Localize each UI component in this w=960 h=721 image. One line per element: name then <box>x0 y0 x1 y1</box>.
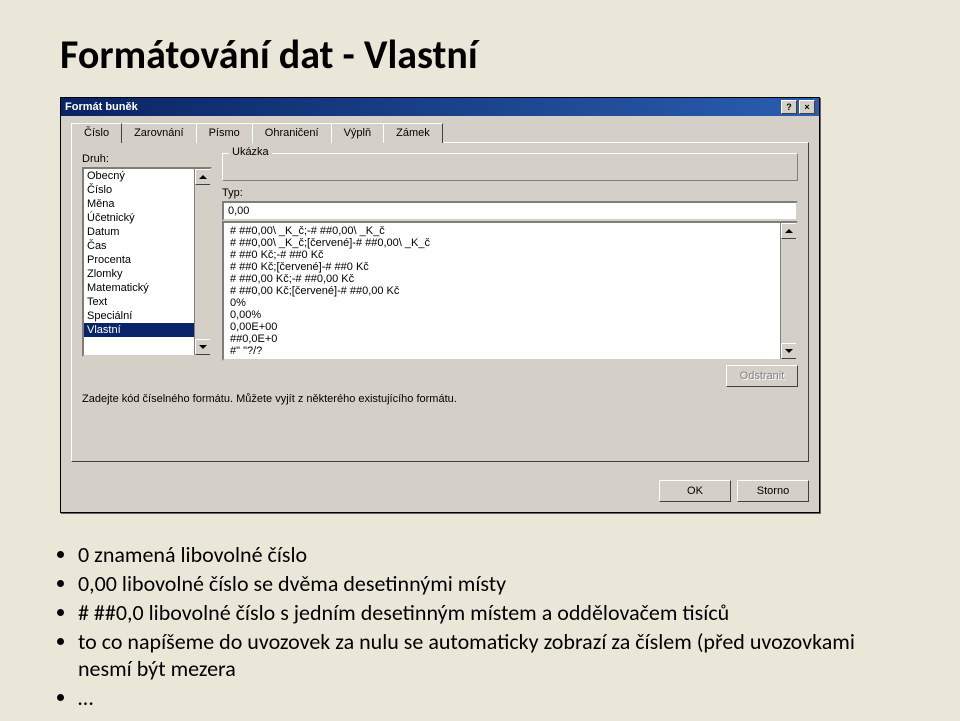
list-item[interactable]: Text <box>84 295 210 309</box>
list-item[interactable]: # ##0,00 Kč;[červené]-# ##0,00 Kč <box>228 285 792 297</box>
list-item[interactable]: ##0,0E+0 <box>228 333 792 345</box>
formatlist-scrollbar[interactable] <box>780 223 796 359</box>
help-button[interactable]: ? <box>781 100 797 114</box>
tab-font[interactable]: Písmo <box>196 123 253 143</box>
tab-border[interactable]: Ohraničení <box>252 123 332 143</box>
cancel-button[interactable]: Storno <box>737 480 809 502</box>
list-item[interactable]: # ##0,00 Kč;-# ##0,00 Kč <box>228 273 792 285</box>
list-item[interactable]: Vlastní <box>84 323 210 337</box>
dialog-title: Formát buněk <box>65 101 138 113</box>
slide-title: Formátování dat - Vlastní <box>60 30 900 79</box>
sample-legend: Ukázka <box>229 146 272 158</box>
list-item[interactable]: # ##0 Kč;-# ##0 Kč <box>228 249 792 261</box>
list-item[interactable]: 0,00% <box>228 309 792 321</box>
category-label: Druh: <box>82 153 212 165</box>
slide: Formátování dat - Vlastní Formát buněk ?… <box>0 0 960 721</box>
listbox-scrollbar[interactable] <box>194 169 210 355</box>
tab-number[interactable]: Číslo <box>71 123 122 143</box>
scroll-up-icon[interactable] <box>195 169 211 185</box>
list-item[interactable]: Datum <box>84 225 210 239</box>
list-item[interactable]: Čas <box>84 239 210 253</box>
close-button[interactable]: × <box>799 100 815 114</box>
delete-button[interactable]: Odstranit <box>726 365 798 387</box>
format-cells-dialog: Formát buněk ? × Číslo Zarovnání Písmo O… <box>60 97 820 513</box>
tab-fill[interactable]: Výplň <box>331 123 385 143</box>
category-listbox[interactable]: Obecný Číslo Měna Účetnický Datum Čas Pr… <box>82 167 212 357</box>
format-listbox[interactable]: # ##0,00\ _K_č;-# ##0,00\ _K_č # ##0,00\… <box>222 221 798 361</box>
bullet-item: 0 znamená libovolné číslo <box>78 541 900 568</box>
dialog-footer: OK Storno <box>61 472 819 512</box>
list-item[interactable]: Zlomky <box>84 267 210 281</box>
list-item[interactable]: # ##0 Kč;[červené]-# ##0 Kč <box>228 261 792 273</box>
tab-panel-number: Druh: Obecný Číslo Měna Účetnický Datum … <box>71 142 809 462</box>
type-label: Typ: <box>222 187 798 199</box>
hint-text: Zadejte kód číselného formátu. Můžete vy… <box>82 393 798 405</box>
titlebar[interactable]: Formát buněk ? × <box>61 98 819 116</box>
tab-alignment[interactable]: Zarovnání <box>121 123 197 143</box>
bullet-item: # ##0,0 libovolné číslo s jedním desetin… <box>78 599 900 626</box>
list-item[interactable]: Matematický <box>84 281 210 295</box>
tabs: Číslo Zarovnání Písmo Ohraničení Výplň Z… <box>71 123 809 143</box>
list-item[interactable]: 0,00E+00 <box>228 321 792 333</box>
list-item[interactable]: 0% <box>228 297 792 309</box>
scroll-down-icon[interactable] <box>781 343 797 359</box>
sample-fieldset: Ukázka <box>222 153 798 181</box>
list-item[interactable]: Speciální <box>84 309 210 323</box>
list-item[interactable]: Obecný <box>84 169 210 183</box>
list-item[interactable]: # ##0,00\ _K_č;[červené]-# ##0,00\ _K_č <box>228 237 792 249</box>
bullet-item: … <box>78 684 900 711</box>
list-item[interactable]: Účetnický <box>84 211 210 225</box>
list-item[interactable]: # ##0,00\ _K_č;-# ##0,00\ _K_č <box>228 225 792 237</box>
bullet-list: 0 znamená libovolné číslo 0,00 libovolné… <box>78 541 900 711</box>
list-item[interactable]: Měna <box>84 197 210 211</box>
tab-lock[interactable]: Zámek <box>383 123 443 143</box>
bullet-item: to co napíšeme do uvozovek za nulu se au… <box>78 628 900 682</box>
list-item[interactable]: Číslo <box>84 183 210 197</box>
right-column: Ukázka Typ: # ##0,00\ _K_č;-# ##0,00\ _K… <box>222 153 798 387</box>
category-column: Druh: Obecný Číslo Měna Účetnický Datum … <box>82 153 212 387</box>
scroll-down-icon[interactable] <box>195 339 211 355</box>
type-input[interactable] <box>222 201 798 221</box>
dialog-body: Číslo Zarovnání Písmo Ohraničení Výplň Z… <box>61 116 819 472</box>
list-item[interactable]: #" "?/? <box>228 345 792 357</box>
bullet-item: 0,00 libovolné číslo se dvěma desetinným… <box>78 570 900 597</box>
scroll-up-icon[interactable] <box>781 223 797 239</box>
list-item[interactable]: Procenta <box>84 253 210 267</box>
ok-button[interactable]: OK <box>659 480 731 502</box>
